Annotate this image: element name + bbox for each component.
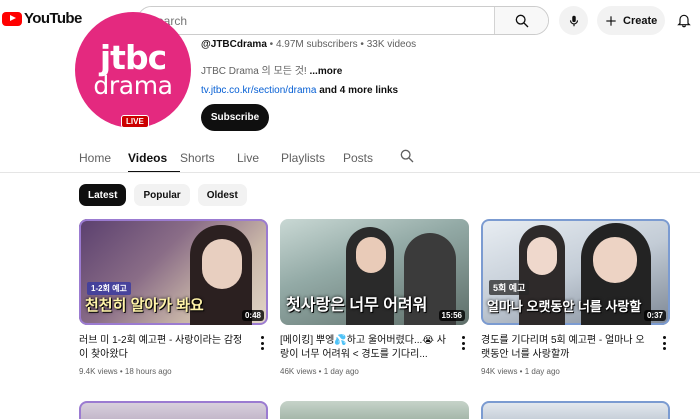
create-label: Create bbox=[623, 14, 658, 27]
tab-playlists[interactable]: Playlists bbox=[281, 146, 343, 170]
video-thumbnail[interactable]: 1-2회 예고 천천히 알아가 봐요 0:48 bbox=[79, 219, 268, 325]
video-duration: 0:48 bbox=[241, 310, 264, 321]
video-thumbnail[interactable]: 5회 예고 얼마나 오랫동안 너를 사랑할 0:37 bbox=[481, 219, 670, 325]
description-text: JTBC Drama 의 모든 것! bbox=[201, 66, 310, 77]
channel-avatar[interactable]: jtbc drama LIVE bbox=[75, 12, 191, 128]
voice-search-button[interactable] bbox=[559, 6, 588, 35]
channel-stats: @JTBCdrama • 4.97M subscribers • 33K vid… bbox=[201, 39, 416, 50]
subscribe-button[interactable]: Subscribe bbox=[201, 104, 269, 131]
video-duration: 0:37 bbox=[643, 310, 666, 321]
thumbnail-text: 첫사랑은 너무 어려워 bbox=[286, 297, 428, 314]
live-badge: LIVE bbox=[121, 115, 149, 128]
video-title[interactable]: 경도를 기다리며 5회 예고편 - 얼마나 오랫동안 너를 사랑할까 bbox=[481, 334, 653, 362]
tabs-divider bbox=[0, 172, 700, 173]
tab-shorts[interactable]: Shorts bbox=[180, 146, 237, 170]
avatar-logo-jtbc: jtbc bbox=[99, 38, 167, 77]
tab-home[interactable]: Home bbox=[79, 146, 128, 170]
video-title[interactable]: [메이킹] 뿌엥💦하고 울어버렸다...😭 사랑이 너무 어려워 < 경도를 기… bbox=[280, 334, 452, 362]
chip-oldest[interactable]: Oldest bbox=[197, 184, 247, 206]
tab-posts[interactable]: Posts bbox=[343, 146, 383, 170]
channel-counts: • 4.97M subscribers • 33K videos bbox=[266, 39, 417, 50]
thumbnail-text: 천천히 알아가 봐요 bbox=[85, 297, 204, 314]
bell-icon bbox=[677, 14, 691, 28]
description-more[interactable]: ...more bbox=[309, 66, 342, 77]
search-icon bbox=[400, 149, 414, 163]
video-thumbnail-partial[interactable] bbox=[481, 401, 670, 419]
tab-live[interactable]: Live bbox=[237, 146, 281, 170]
avatar-logo-drama: drama bbox=[93, 71, 173, 100]
plus-icon bbox=[606, 15, 616, 26]
thumbnail-face bbox=[202, 239, 242, 289]
more-options-icon[interactable] bbox=[461, 336, 465, 350]
video-duration: 15:56 bbox=[438, 310, 465, 321]
microphone-icon bbox=[569, 15, 578, 26]
channel-handle: @JTBCdrama bbox=[201, 39, 267, 50]
thumbnail-face bbox=[356, 237, 386, 273]
channel-tabs: Home Videos Shorts Live Playlists Posts bbox=[79, 146, 383, 173]
search-bar bbox=[137, 6, 549, 35]
thumbnail-text: 얼마나 오랫동안 너를 사랑할 bbox=[487, 299, 642, 314]
video-meta: 9.4K views • 18 hours ago bbox=[79, 367, 172, 376]
search-icon bbox=[515, 14, 528, 27]
video-title[interactable]: 러브 미 1-2회 예고편 - 사랑이라는 감정이 찾아왔다 bbox=[79, 334, 251, 362]
search-input[interactable] bbox=[138, 7, 494, 34]
youtube-logo[interactable]: YouTube bbox=[2, 10, 82, 27]
more-links[interactable]: and 4 more links bbox=[316, 85, 398, 96]
youtube-play-icon bbox=[2, 11, 22, 26]
channel-link[interactable]: tv.jtbc.co.kr/section/drama bbox=[201, 85, 316, 96]
video-thumbnail-partial[interactable] bbox=[280, 401, 469, 419]
chip-popular[interactable]: Popular bbox=[134, 184, 190, 206]
thumbnail-tag: 5회 예고 bbox=[489, 280, 530, 295]
tab-videos[interactable]: Videos bbox=[128, 146, 180, 173]
thumbnail-face-2 bbox=[593, 237, 637, 283]
thumbnail-face bbox=[527, 237, 557, 275]
channel-links: tv.jtbc.co.kr/section/drama and 4 more l… bbox=[201, 85, 398, 96]
video-meta: 46K views • 1 day ago bbox=[280, 367, 359, 376]
more-options-icon[interactable] bbox=[260, 336, 264, 350]
create-button[interactable]: Create bbox=[597, 6, 665, 35]
sort-chips: Latest Popular Oldest bbox=[79, 184, 247, 206]
video-thumbnail[interactable]: 첫사랑은 너무 어려워 15:56 bbox=[280, 219, 469, 325]
more-options-icon[interactable] bbox=[662, 336, 666, 350]
video-thumbnail-partial[interactable] bbox=[79, 401, 268, 419]
chip-latest[interactable]: Latest bbox=[79, 184, 127, 206]
channel-search-button[interactable] bbox=[397, 146, 417, 166]
logo-text: YouTube bbox=[24, 10, 82, 27]
channel-description[interactable]: JTBC Drama 의 모든 것! ...more bbox=[201, 62, 342, 77]
notifications-button[interactable] bbox=[672, 8, 696, 32]
video-meta: 94K views • 1 day ago bbox=[481, 367, 560, 376]
avatar: jtbc drama bbox=[75, 12, 191, 128]
search-button[interactable] bbox=[494, 7, 548, 34]
